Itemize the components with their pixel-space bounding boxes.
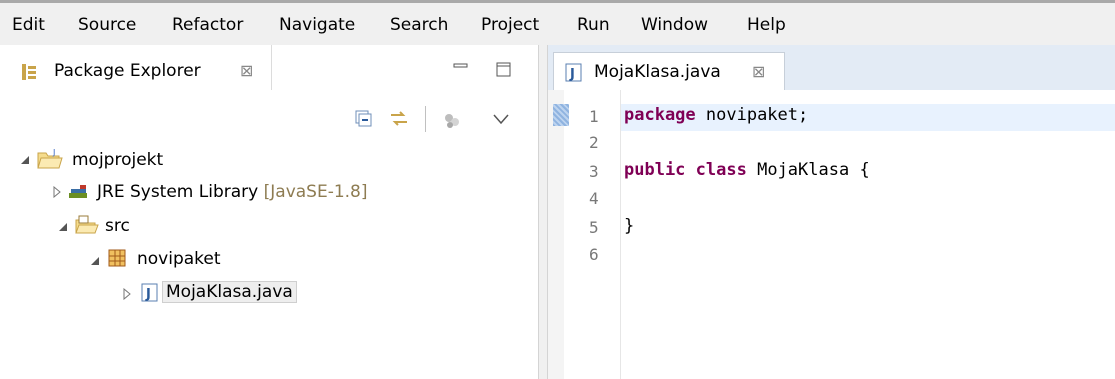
keyword: public — [624, 160, 686, 180]
menu-help[interactable]: Help — [747, 15, 786, 35]
menu-run[interactable]: Run — [577, 15, 610, 35]
project-folder-icon: J — [37, 148, 63, 169]
editor-tab-title: MojaKlasa.java — [594, 62, 721, 82]
view-menu-chevron-down-icon[interactable] — [492, 112, 510, 126]
line-number: 5 — [589, 218, 599, 237]
package-icon — [108, 249, 126, 267]
toolbar-separator — [425, 106, 426, 132]
package-explorer-title: Package Explorer — [54, 61, 201, 81]
menu-source[interactable]: Source — [78, 15, 136, 35]
current-line-marker — [553, 104, 569, 126]
line-number: 3 — [589, 162, 599, 181]
tree-src[interactable]: src — [105, 216, 130, 236]
code-line-3[interactable]: public class MojaKlasa { — [624, 160, 870, 180]
line-number: 2 — [589, 133, 599, 152]
keyword: package — [624, 105, 696, 125]
tree-jre-label: JRE System Library — [97, 182, 259, 202]
collapsed-triangle-icon[interactable] — [122, 288, 132, 300]
tree-package[interactable]: novipaket — [137, 249, 221, 269]
collapse-all-icon[interactable] — [355, 110, 373, 128]
line-number: 4 — [589, 189, 599, 208]
minimize-icon[interactable] — [453, 60, 469, 74]
line-number: 6 — [589, 245, 599, 264]
menu-bar: Edit Source Refactor Navigate Search Pro… — [0, 0, 1115, 45]
expanded-triangle-icon[interactable] — [20, 155, 30, 165]
tree-file[interactable]: MojaKlasa.java — [162, 281, 297, 303]
code-line-5[interactable]: } — [624, 216, 634, 236]
maximize-icon[interactable] — [496, 62, 512, 78]
overview-ruler — [548, 90, 564, 379]
close-icon[interactable]: ⊠ — [240, 61, 253, 80]
filter-icon[interactable] — [442, 110, 462, 130]
tree-jre-library[interactable]: JRE System Library [JavaSE-1.8] — [97, 182, 368, 202]
code-text: MojaKlasa { — [746, 160, 870, 180]
menu-window[interactable]: Window — [641, 15, 708, 35]
tree-project[interactable]: mojprojekt — [72, 150, 163, 170]
keyword: class — [695, 160, 747, 180]
view-sash[interactable] — [538, 45, 548, 379]
menu-project[interactable]: Project — [481, 15, 539, 35]
svg-text:J: J — [145, 287, 151, 302]
java-file-icon: J — [141, 283, 158, 302]
close-icon[interactable]: ⊠ — [752, 62, 765, 81]
link-with-editor-icon[interactable] — [388, 108, 410, 130]
expanded-triangle-icon[interactable] — [90, 256, 100, 266]
collapsed-triangle-icon[interactable] — [52, 186, 62, 198]
svg-text:J: J — [52, 148, 55, 157]
svg-text:J: J — [569, 67, 575, 82]
package-explorer-icon — [22, 64, 36, 80]
menu-refactor[interactable]: Refactor — [172, 15, 243, 35]
menu-navigate[interactable]: Navigate — [279, 15, 355, 35]
line-number: 1 — [589, 107, 599, 126]
java-file-icon: J — [565, 63, 582, 82]
tree-jre-decoration: [JavaSE-1.8] — [263, 182, 368, 202]
source-folder-icon — [75, 215, 99, 234]
expanded-triangle-icon[interactable] — [58, 222, 68, 232]
menu-search[interactable]: Search — [390, 15, 448, 35]
code-text: } — [624, 216, 635, 236]
menu-edit[interactable]: Edit — [12, 15, 45, 35]
code-text: novipaket; — [695, 105, 809, 125]
gutter-border — [620, 90, 621, 379]
code-line-1[interactable]: package novipaket; — [624, 105, 808, 125]
library-icon — [69, 185, 87, 198]
